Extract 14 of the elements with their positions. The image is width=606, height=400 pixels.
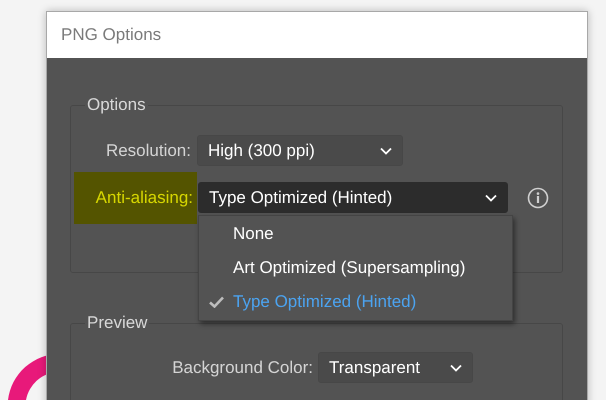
field-label: Anti-aliasing: [74, 172, 197, 224]
field-label: Background Color: [171, 356, 313, 379]
field-label: Resolution: [104, 140, 191, 162]
menu-item[interactable]: Art Optimized (Supersampling) [199, 251, 512, 285]
chevron-down-icon [485, 194, 497, 202]
chevron-down-icon [450, 364, 462, 372]
anti-aliasing-dropdown[interactable]: Type Optimized (Hinted) [198, 182, 508, 214]
info-icon[interactable] [527, 186, 549, 209]
menu-item[interactable]: None [199, 217, 512, 251]
resolution-dropdown[interactable]: High (300 ppi) [197, 135, 403, 166]
chevron-down-icon [380, 146, 392, 154]
background-color-dropdown[interactable]: Transparent [318, 352, 473, 383]
window-title: PNG Options [47, 12, 587, 58]
checkmark-icon [208, 296, 224, 308]
